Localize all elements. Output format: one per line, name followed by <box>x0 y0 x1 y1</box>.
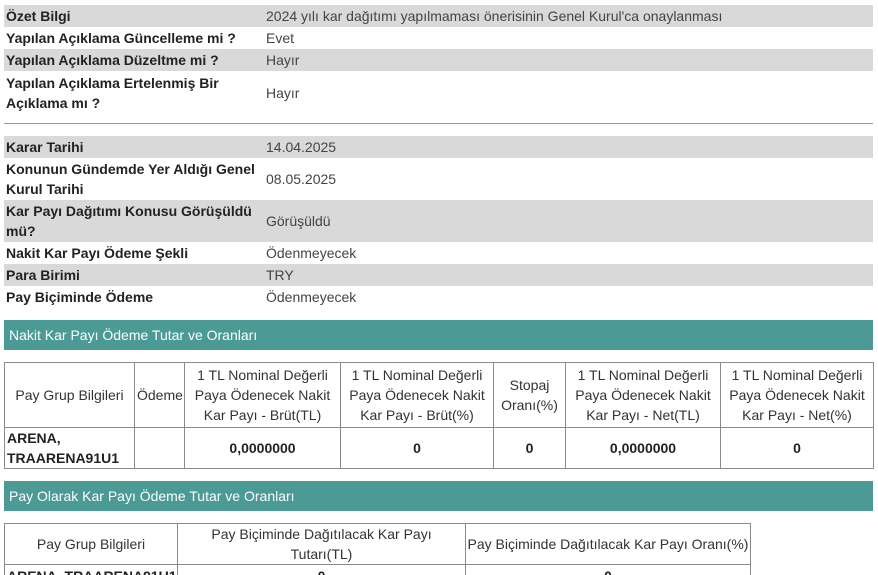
info-value: Ödenmeyecek <box>266 245 357 261</box>
info-value: 14.04.2025 <box>264 136 873 158</box>
table-cell: 0 <box>720 427 874 469</box>
info-value: TRY <box>264 264 873 286</box>
info-value: 2024 yılı kar dağıtımı yapılmaması öneri… <box>264 5 873 27</box>
info-row-summary: Özet Bilgi 2024 yılı kar dağıtımı yapılm… <box>4 5 873 27</box>
info-row-update: Yapılan Açıklama Güncelleme mi ? Evet <box>4 27 873 49</box>
table-cell: 0,0000000 <box>184 427 341 469</box>
column-header: Pay Biçiminde Dağıtılacak Kar Payı Oranı… <box>465 523 751 565</box>
table-row: ARENA, TRAARENA91U1 0 0 <box>4 564 751 575</box>
column-header: 1 TL Nominal Değerli Paya Ödenecek Nakit… <box>720 362 874 428</box>
table-header-row: Pay Grup Bilgileri Pay Biçiminde Dağıtıl… <box>4 523 751 565</box>
share-dividend-table: Pay Grup Bilgileri Pay Biçiminde Dağıtıl… <box>4 523 751 575</box>
info-label: Konunun Gündemde Yer Aldığı Genel Kurul … <box>6 161 255 197</box>
table-cell: 0 <box>465 564 751 575</box>
info-row-general-meeting-date: Konunun Gündemde Yer Aldığı Genel Kurul … <box>4 158 873 200</box>
table-cell: 0 <box>177 564 466 575</box>
info-row-decision-date: Karar Tarihi 14.04.2025 <box>4 136 873 158</box>
info-label: Para Birimi <box>4 264 264 286</box>
section-divider <box>4 123 873 124</box>
table-header-row: Pay Grup Bilgileri Ödeme 1 TL Nominal De… <box>4 362 874 428</box>
column-header: Pay Grup Bilgileri <box>4 362 135 428</box>
info-value: Evet <box>266 30 295 46</box>
info-label: Yapılan Açıklama Ertelenmiş Bir Açıklama… <box>6 75 219 111</box>
table-cell: ARENA, TRAARENA91U1 <box>4 427 135 469</box>
info-row-currency: Para Birimi TRY <box>4 264 873 286</box>
table-cell: 0 <box>493 427 566 469</box>
decision-info-table: Karar Tarihi 14.04.2025 Konunun Gündemde… <box>4 136 873 308</box>
cash-dividend-section-title: Nakit Kar Payı Ödeme Tutar ve Oranları <box>4 320 873 350</box>
info-value: Ödenmeyecek <box>266 289 357 305</box>
table-cell: 0,0000000 <box>565 427 721 469</box>
column-header: Pay Grup Bilgileri <box>4 523 178 565</box>
info-label: Karar Tarihi <box>4 136 264 158</box>
info-value: Hayır <box>266 85 300 101</box>
info-row-discussed: Kar Payı Dağıtımı Konusu Görüşüldü mü? G… <box>4 200 873 242</box>
info-label: Yapılan Açıklama Güncelleme mi ? <box>6 30 236 46</box>
info-row-correction: Yapılan Açıklama Düzeltme mi ? Hayır <box>4 49 873 71</box>
info-value: Görüşüldü <box>264 200 873 242</box>
info-row-deferred: Yapılan Açıklama Ertelenmiş Bir Açıklama… <box>4 71 873 115</box>
share-dividend-section-title: Pay Olarak Kar Payı Ödeme Tutar ve Oranl… <box>4 481 873 511</box>
info-label: Pay Biçiminde Ödeme <box>6 289 154 305</box>
info-label: Kar Payı Dağıtımı Konusu Görüşüldü mü? <box>4 200 264 242</box>
table-cell: 0 <box>340 427 494 469</box>
summary-info-table: Özet Bilgi 2024 yılı kar dağıtımı yapılm… <box>4 5 873 115</box>
column-header: Pay Biçiminde Dağıtılacak Kar Payı Tutar… <box>177 523 466 565</box>
info-row-share-payment: Pay Biçiminde Ödeme Ödenmeyecek <box>4 286 873 308</box>
info-label: Özet Bilgi <box>4 5 264 27</box>
column-header: Stopaj Oranı(%) <box>493 362 566 428</box>
column-header: 1 TL Nominal Değerli Paya Ödenecek Nakit… <box>565 362 721 428</box>
column-header: Ödeme <box>134 362 185 428</box>
info-row-cash-payment: Nakit Kar Payı Ödeme Şekli Ödenmeyecek <box>4 242 873 264</box>
cash-dividend-table: Pay Grup Bilgileri Ödeme 1 TL Nominal De… <box>4 362 874 469</box>
column-header: 1 TL Nominal Değerli Paya Ödenecek Nakit… <box>340 362 494 428</box>
info-label: Nakit Kar Payı Ödeme Şekli <box>6 245 189 261</box>
info-value: Hayır <box>264 49 873 71</box>
info-label: Yapılan Açıklama Düzeltme mi ? <box>4 49 264 71</box>
table-cell: ARENA, TRAARENA91U1 <box>4 564 178 575</box>
column-header: 1 TL Nominal Değerli Paya Ödenecek Nakit… <box>184 362 341 428</box>
table-row: ARENA, TRAARENA91U1 0,0000000 0 0 0,0000… <box>4 427 874 469</box>
info-value: 08.05.2025 <box>266 171 337 187</box>
table-cell <box>134 427 185 469</box>
